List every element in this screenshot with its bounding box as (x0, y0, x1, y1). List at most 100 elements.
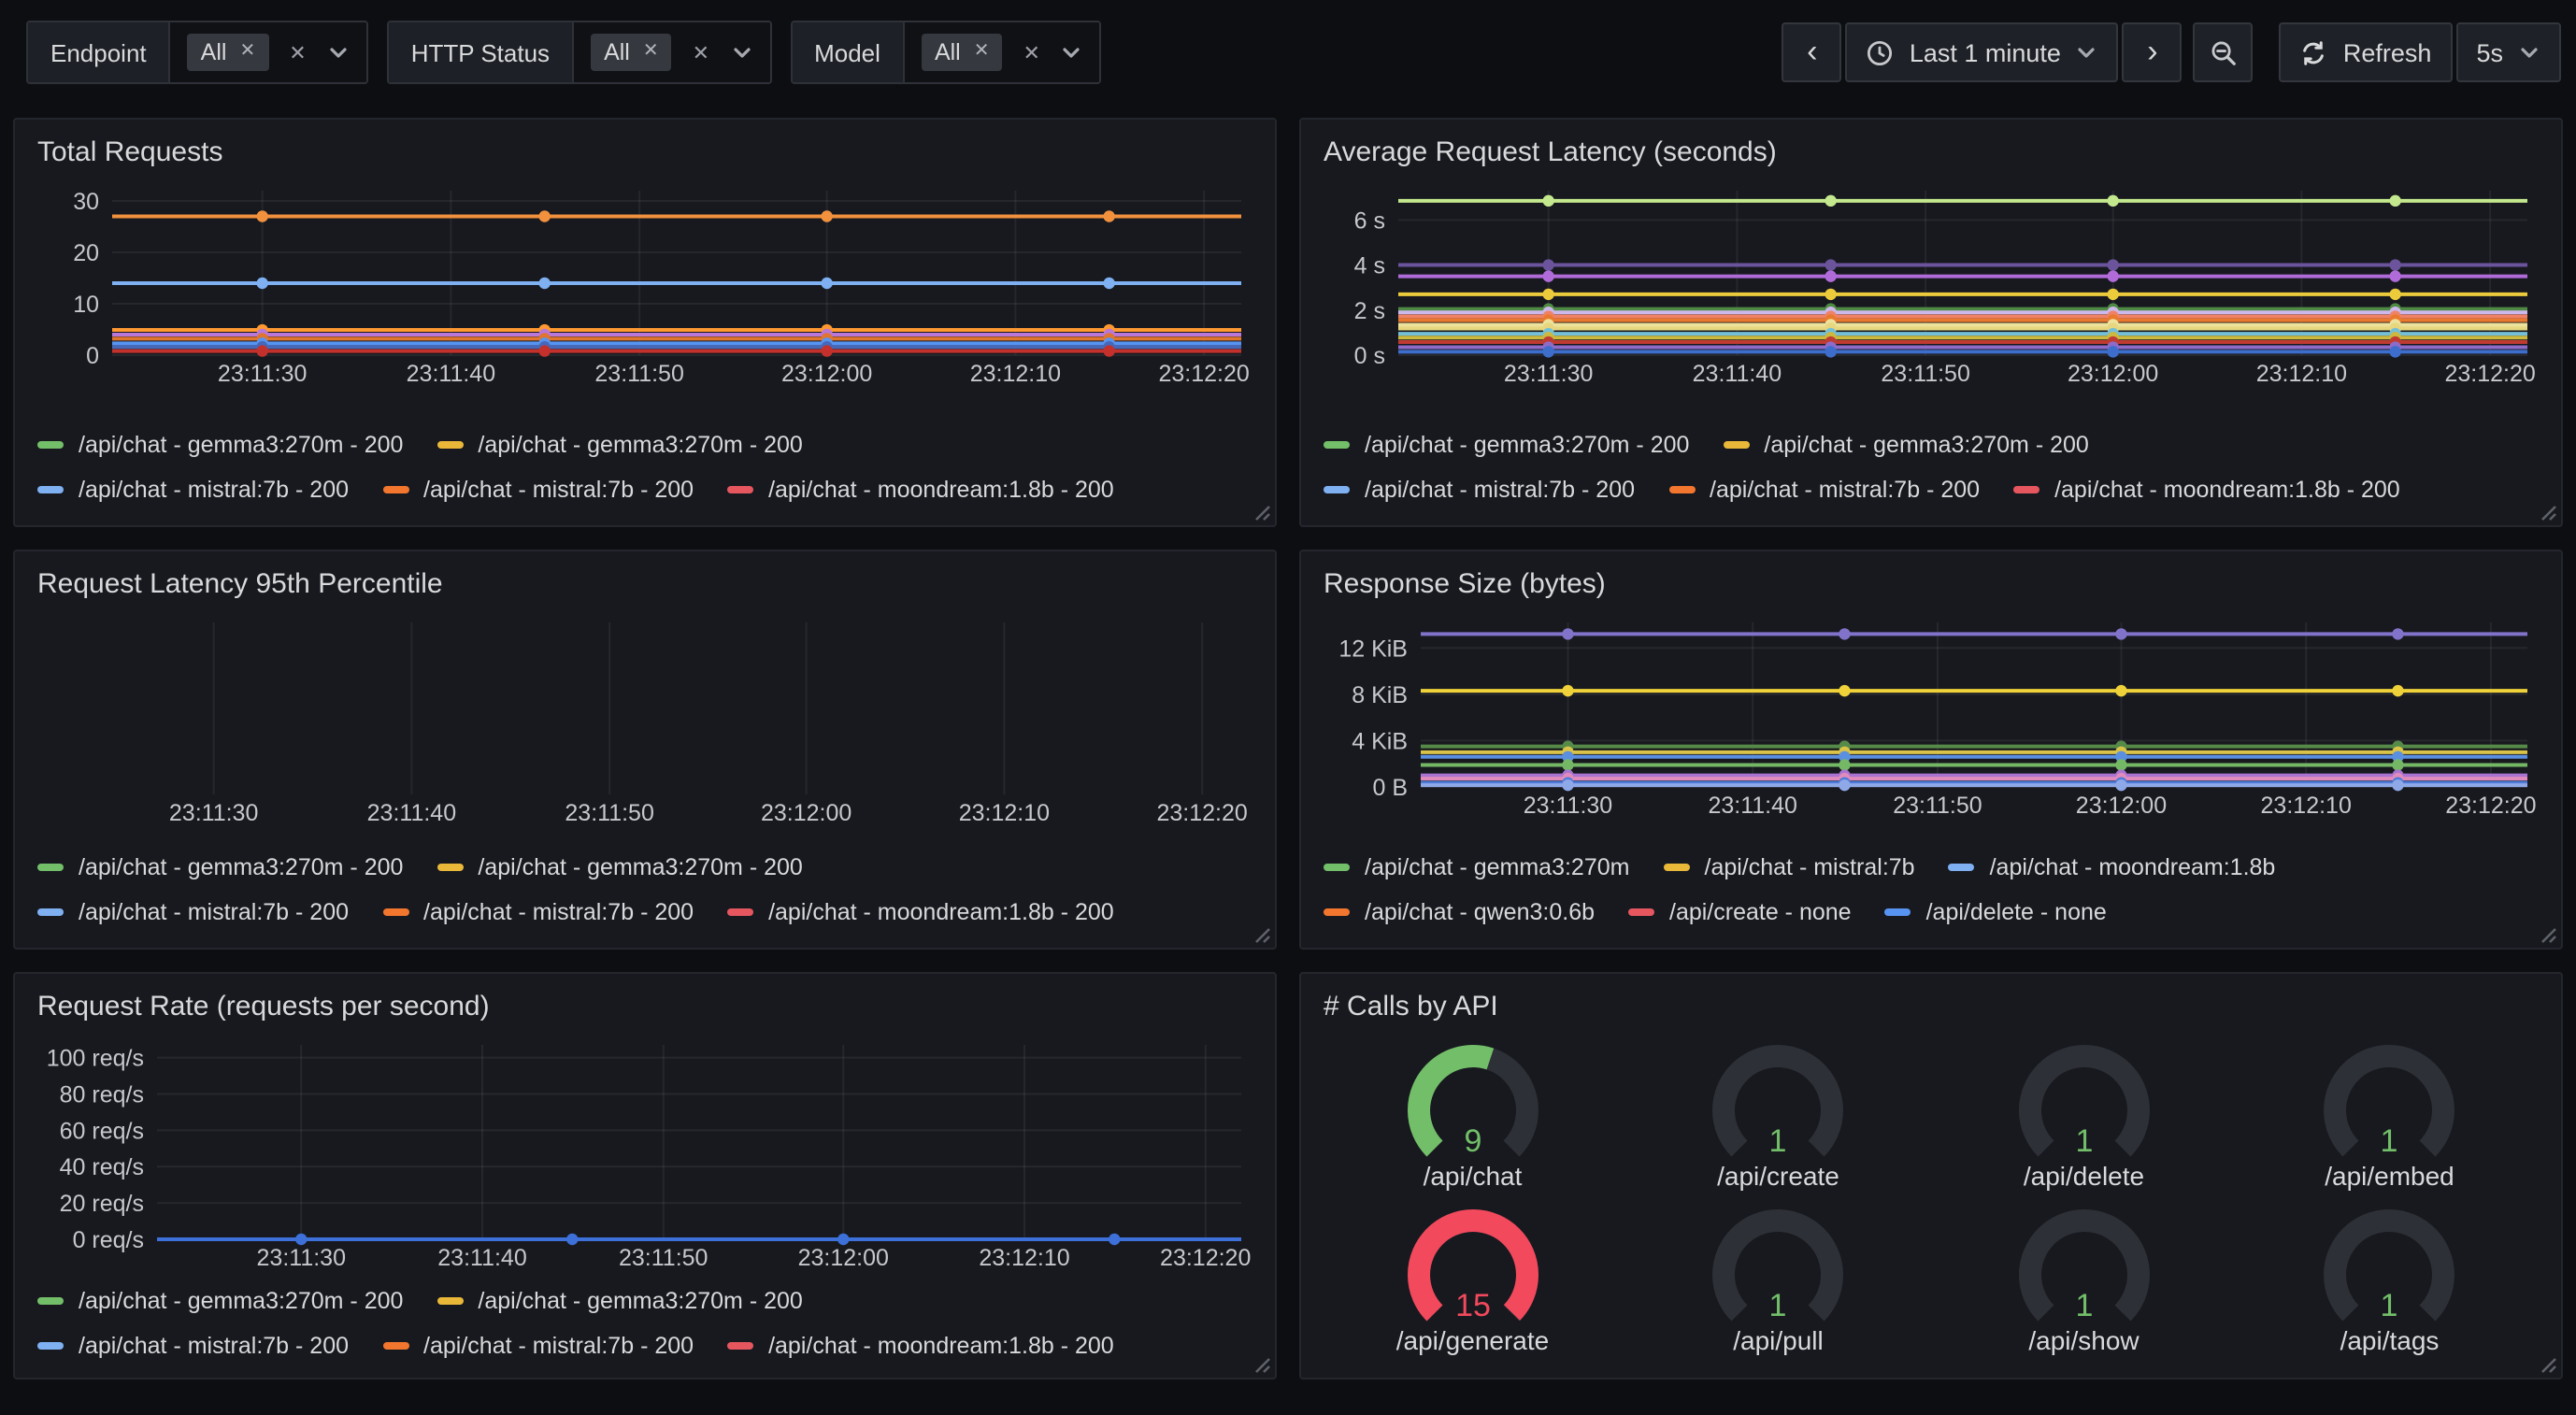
request_rate-plot[interactable]: 0 req/s20 req/s40 req/s60 req/s80 req/s1… (37, 1034, 1256, 1273)
panel-resize-handle[interactable] (1254, 1357, 1271, 1374)
p95_latency-plot[interactable]: 23:11:3023:11:4023:11:5023:12:0023:12:10… (37, 611, 1256, 828)
y-axis-tick-label: 20 req/s (60, 1191, 144, 1217)
clear-filter-icon[interactable]: ✕ (1023, 40, 1040, 64)
legend-series-chip (382, 1342, 408, 1350)
avg_latency-chart: 0 s2 s4 s6 s23:11:3023:11:4023:11:5023:1… (1301, 172, 2561, 398)
legend-item[interactable]: /api/chat - qwen3:0.6b (1324, 899, 1595, 925)
filter-value-endpoint[interactable]: All ✕ ✕ (171, 22, 366, 82)
gauge--api-generate: 15/api/generate (1320, 1194, 1625, 1359)
legend-item[interactable]: /api/chat - gemma3:270m - 200 (37, 432, 403, 458)
chevron-down-icon[interactable] (1061, 41, 1083, 64)
filter-model: ModelAll✕✕ (790, 21, 1102, 84)
panel-resize-handle[interactable] (1254, 927, 1271, 944)
chevron-down-icon[interactable] (327, 41, 350, 64)
gauge-label: /api/create (1717, 1160, 1839, 1190)
chevron-down-icon[interactable] (730, 41, 752, 64)
selected-option-chip[interactable]: All ✕ (188, 34, 269, 71)
legend-row: /api/chat - qwen3:0.6b/api/create - none… (1324, 893, 2539, 931)
legend-series-chip (1664, 864, 1690, 871)
y-axis-tick-label: 80 req/s (60, 1081, 144, 1108)
legend-item[interactable]: /api/chat - gemma3:270m - 200 (1324, 432, 1689, 458)
legend-response_size: /api/chat - gemma3:270m/api/chat - mistr… (1301, 849, 2561, 948)
legend-row: /api/chat - gemma3:270m - 200/api/chat -… (1324, 426, 2539, 464)
clear-filter-icon[interactable]: ✕ (693, 40, 709, 64)
panel-title-calls_by_api[interactable]: # Calls by API (1301, 974, 2561, 1026)
legend-item[interactable]: /api/chat - gemma3:270m - 200 (436, 432, 802, 458)
panel-resize-handle[interactable] (2540, 1357, 2557, 1374)
x-axis-tick-label: 23:12:20 (1156, 800, 1247, 826)
legend-item[interactable]: /api/chat - gemma3:270m (1324, 854, 1630, 880)
remove-option-icon[interactable]: ✕ (239, 43, 255, 62)
legend-series-label: /api/chat - gemma3:270m - 200 (478, 432, 802, 458)
x-axis-tick-label: 23:12:20 (1158, 361, 1249, 387)
selected-option-chip[interactable]: All✕ (922, 34, 1003, 71)
legend-item[interactable]: /api/chat - mistral:7b - 200 (1668, 477, 1980, 503)
gauge--api-embed: 1/api/embed (2237, 1030, 2542, 1194)
legend-item[interactable]: /api/chat - mistral:7b - 200 (37, 899, 349, 925)
legend-item[interactable]: /api/delete - none (1885, 899, 2107, 925)
legend-item[interactable]: /api/chat - mistral:7b - 200 (37, 477, 349, 503)
legend-series-chip (436, 864, 463, 871)
legend-item[interactable]: /api/chat - gemma3:270m - 200 (37, 1288, 403, 1314)
panel-resize-handle[interactable] (2540, 927, 2557, 944)
panel-resize-handle[interactable] (2540, 505, 2557, 522)
panel-title-avg_latency[interactable]: Average Request Latency (seconds) (1301, 120, 2561, 172)
legend-series-chip (436, 441, 463, 449)
gauge-value: 1 (2075, 1122, 2093, 1158)
x-axis-tick-label: 23:11:40 (437, 1245, 526, 1271)
legend-item[interactable]: /api/chat - mistral:7b (1664, 854, 1915, 880)
legend-series-label: /api/chat - gemma3:270m - 200 (478, 854, 802, 880)
time-back-button[interactable]: ‹ (1782, 22, 1842, 82)
legend-item[interactable]: /api/chat - moondream:1.8b - 200 (2013, 477, 2400, 503)
panel-resize-handle[interactable] (1254, 505, 1271, 522)
legend-item[interactable]: /api/create - none (1628, 899, 1852, 925)
zoom-out-button[interactable] (2194, 22, 2254, 82)
panel-title-p95_latency[interactable]: Request Latency 95th Percentile (15, 551, 1275, 604)
legend-item[interactable]: /api/chat - moondream:1.8b - 200 (727, 1333, 1114, 1359)
time-range-picker[interactable]: Last 1 minute (1846, 22, 2119, 82)
time-forward-button[interactable]: › (2123, 22, 2182, 82)
x-axis-tick-label: 23:11:30 (257, 1245, 346, 1271)
legend-item[interactable]: /api/chat - moondream:1.8b - 200 (727, 477, 1114, 503)
filter-value-model[interactable]: All✕✕ (905, 22, 1100, 82)
legend-series-chip (37, 1342, 64, 1350)
selected-option-chip[interactable]: All✕ (591, 34, 672, 71)
panel-title-total_requests[interactable]: Total Requests (15, 120, 1275, 172)
legend-item[interactable]: /api/chat - mistral:7b - 200 (1324, 477, 1635, 503)
legend-item[interactable]: /api/chat - gemma3:270m - 200 (1723, 432, 2088, 458)
clear-filter-icon[interactable]: ✕ (289, 40, 306, 64)
legend-series-label: /api/chat - gemma3:270m - 200 (79, 1288, 403, 1314)
legend-item[interactable]: /api/chat - gemma3:270m - 200 (436, 1288, 802, 1314)
legend-series-chip (1324, 441, 1350, 449)
legend-series-label: /api/chat - moondream:1.8b - 200 (768, 477, 1114, 503)
filter-value-http-status[interactable]: All✕✕ (574, 22, 769, 82)
total_requests-plot[interactable]: 010203023:11:3023:11:4023:11:5023:12:002… (37, 179, 1256, 389)
response_size-plot[interactable]: 0 B4 KiB8 KiB12 KiB23:11:3023:11:4023:11… (1324, 611, 2542, 821)
refresh-interval-picker[interactable]: 5s (2455, 22, 2561, 82)
remove-option-icon[interactable]: ✕ (643, 43, 659, 62)
panel-title-request_rate[interactable]: Request Rate (requests per second) (15, 974, 1275, 1026)
legend-item[interactable]: /api/chat - mistral:7b - 200 (382, 477, 694, 503)
x-axis-tick-label: 23:11:40 (1693, 361, 1782, 387)
remove-option-icon[interactable]: ✕ (974, 43, 990, 62)
panel-avg_latency: Average Request Latency (seconds) 0 s2 s4… (1299, 118, 2563, 527)
legend-item[interactable]: /api/chat - mistral:7b - 200 (37, 1333, 349, 1359)
panel-title-response_size[interactable]: Response Size (bytes) (1301, 551, 2561, 604)
legend-item[interactable]: /api/chat - mistral:7b - 200 (382, 899, 694, 925)
gauge-grid: 9/api/chat1/api/create1/api/delete1/api/… (1301, 1026, 2561, 1378)
legend-item[interactable]: /api/chat - gemma3:270m - 200 (436, 854, 802, 880)
legend-item[interactable]: /api/chat - moondream:1.8b (1949, 854, 2276, 880)
legend-p95_latency: /api/chat - gemma3:270m - 200/api/chat -… (15, 849, 1275, 948)
y-axis-tick-label: 12 KiB (1338, 636, 1408, 662)
legend-series-label: /api/chat - moondream:1.8b - 200 (768, 899, 1114, 925)
legend-item[interactable]: /api/chat - moondream:1.8b - 200 (727, 899, 1114, 925)
y-axis-tick-label: 2 s (1354, 298, 1385, 324)
gauge-arc: 1 (1995, 1035, 2174, 1158)
legend-series-label: /api/chat - moondream:1.8b (1990, 854, 2276, 880)
dashboard-header: EndpointAll✕✕HTTP StatusAll✕✕ModelAll✕✕ … (26, 22, 2561, 82)
avg_latency-plot[interactable]: 0 s2 s4 s6 s23:11:3023:11:4023:11:5023:1… (1324, 179, 2542, 389)
selected-option-label: All (201, 39, 227, 65)
legend-item[interactable]: /api/chat - mistral:7b - 200 (382, 1333, 694, 1359)
legend-item[interactable]: /api/chat - gemma3:270m - 200 (37, 854, 403, 880)
refresh-button[interactable]: Refresh (2280, 22, 2453, 82)
